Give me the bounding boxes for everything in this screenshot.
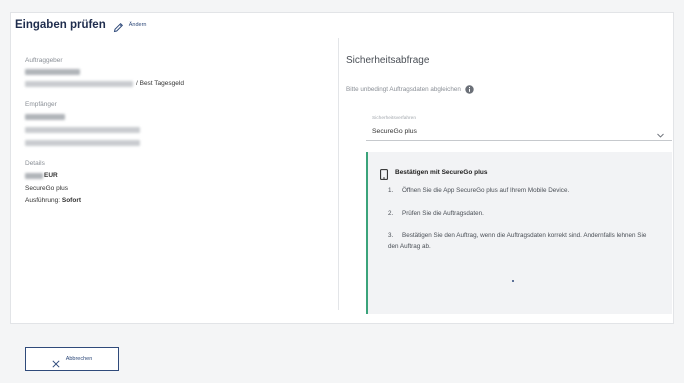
close-icon (52, 355, 60, 368)
security-hint-text: Bitte unbedingt Auftragsdaten abgleichen (346, 86, 461, 93)
page-header: Eingaben prüfen Ändern (15, 19, 147, 32)
info-icon[interactable] (465, 85, 474, 94)
empfaenger-bank-redacted (25, 140, 140, 146)
step-2: 2. Prüfen Sie die Auftragsdaten. (388, 208, 668, 219)
select-label: Sicherheitsverfahren (372, 116, 416, 121)
step-3: 3. Bestätigen Sie den Auftrag, wenn die A… (388, 230, 648, 252)
select-value: SecureGo plus (372, 128, 417, 135)
smartphone-icon (380, 167, 388, 180)
method-value: SecureGo plus (25, 185, 68, 192)
auftraggeber-name-redacted (25, 69, 80, 75)
step-number: 3. (388, 232, 394, 239)
loading-spinner (512, 280, 514, 282)
auftraggeber-iban-redacted (25, 81, 133, 87)
page-title: Eingaben prüfen (15, 19, 106, 31)
step-number: 2. (388, 210, 394, 217)
currency: EUR (44, 172, 58, 179)
securego-panel: Bestätigen mit SecureGo plus 1. Öffnen Si… (366, 152, 672, 314)
empfaenger-name-redacted (25, 114, 65, 120)
panel-title: Bestätigen mit SecureGo plus (395, 169, 488, 176)
auftraggeber-label: Auftraggeber (25, 57, 63, 64)
details-label: Details (25, 160, 45, 167)
security-title: Sicherheitsabfrage (346, 55, 430, 66)
step-1: 1. Öffnen Sie die App SecureGo plus auf I… (388, 185, 668, 196)
security-hint: Bitte unbedingt Auftragsdaten abgleichen (346, 85, 474, 94)
chevron-down-icon[interactable] (657, 125, 664, 138)
amount-redacted (25, 173, 43, 179)
edit-pencil-icon[interactable] (113, 20, 124, 32)
edit-link[interactable]: Ändern (129, 22, 147, 28)
security-method-select[interactable]: Sicherheitsverfahren SecureGo plus (366, 113, 672, 141)
step-text: Prüfen Sie die Auftragsdaten. (402, 210, 484, 217)
execution-label: Ausführung: (25, 197, 61, 204)
cancel-button[interactable]: Abbrechen (25, 347, 119, 371)
step-text: Öffnen Sie die App SecureGo plus auf Ihr… (402, 187, 570, 194)
empfaenger-label: Empfänger (25, 101, 57, 108)
auftraggeber-account-type: / Best Tagesgeld (136, 80, 184, 87)
step-text: Bestätigen Sie den Auftrag, wenn die Auf… (388, 232, 647, 250)
column-divider (338, 38, 339, 310)
panel-header: Bestätigen mit SecureGo plus (380, 167, 488, 180)
empfaenger-iban-redacted (25, 127, 140, 133)
step-number: 1. (388, 187, 394, 194)
execution-row: Ausführung: Sofort (25, 197, 81, 204)
execution-value: Sofort (61, 197, 82, 204)
cancel-label: Abbrechen (65, 356, 93, 362)
